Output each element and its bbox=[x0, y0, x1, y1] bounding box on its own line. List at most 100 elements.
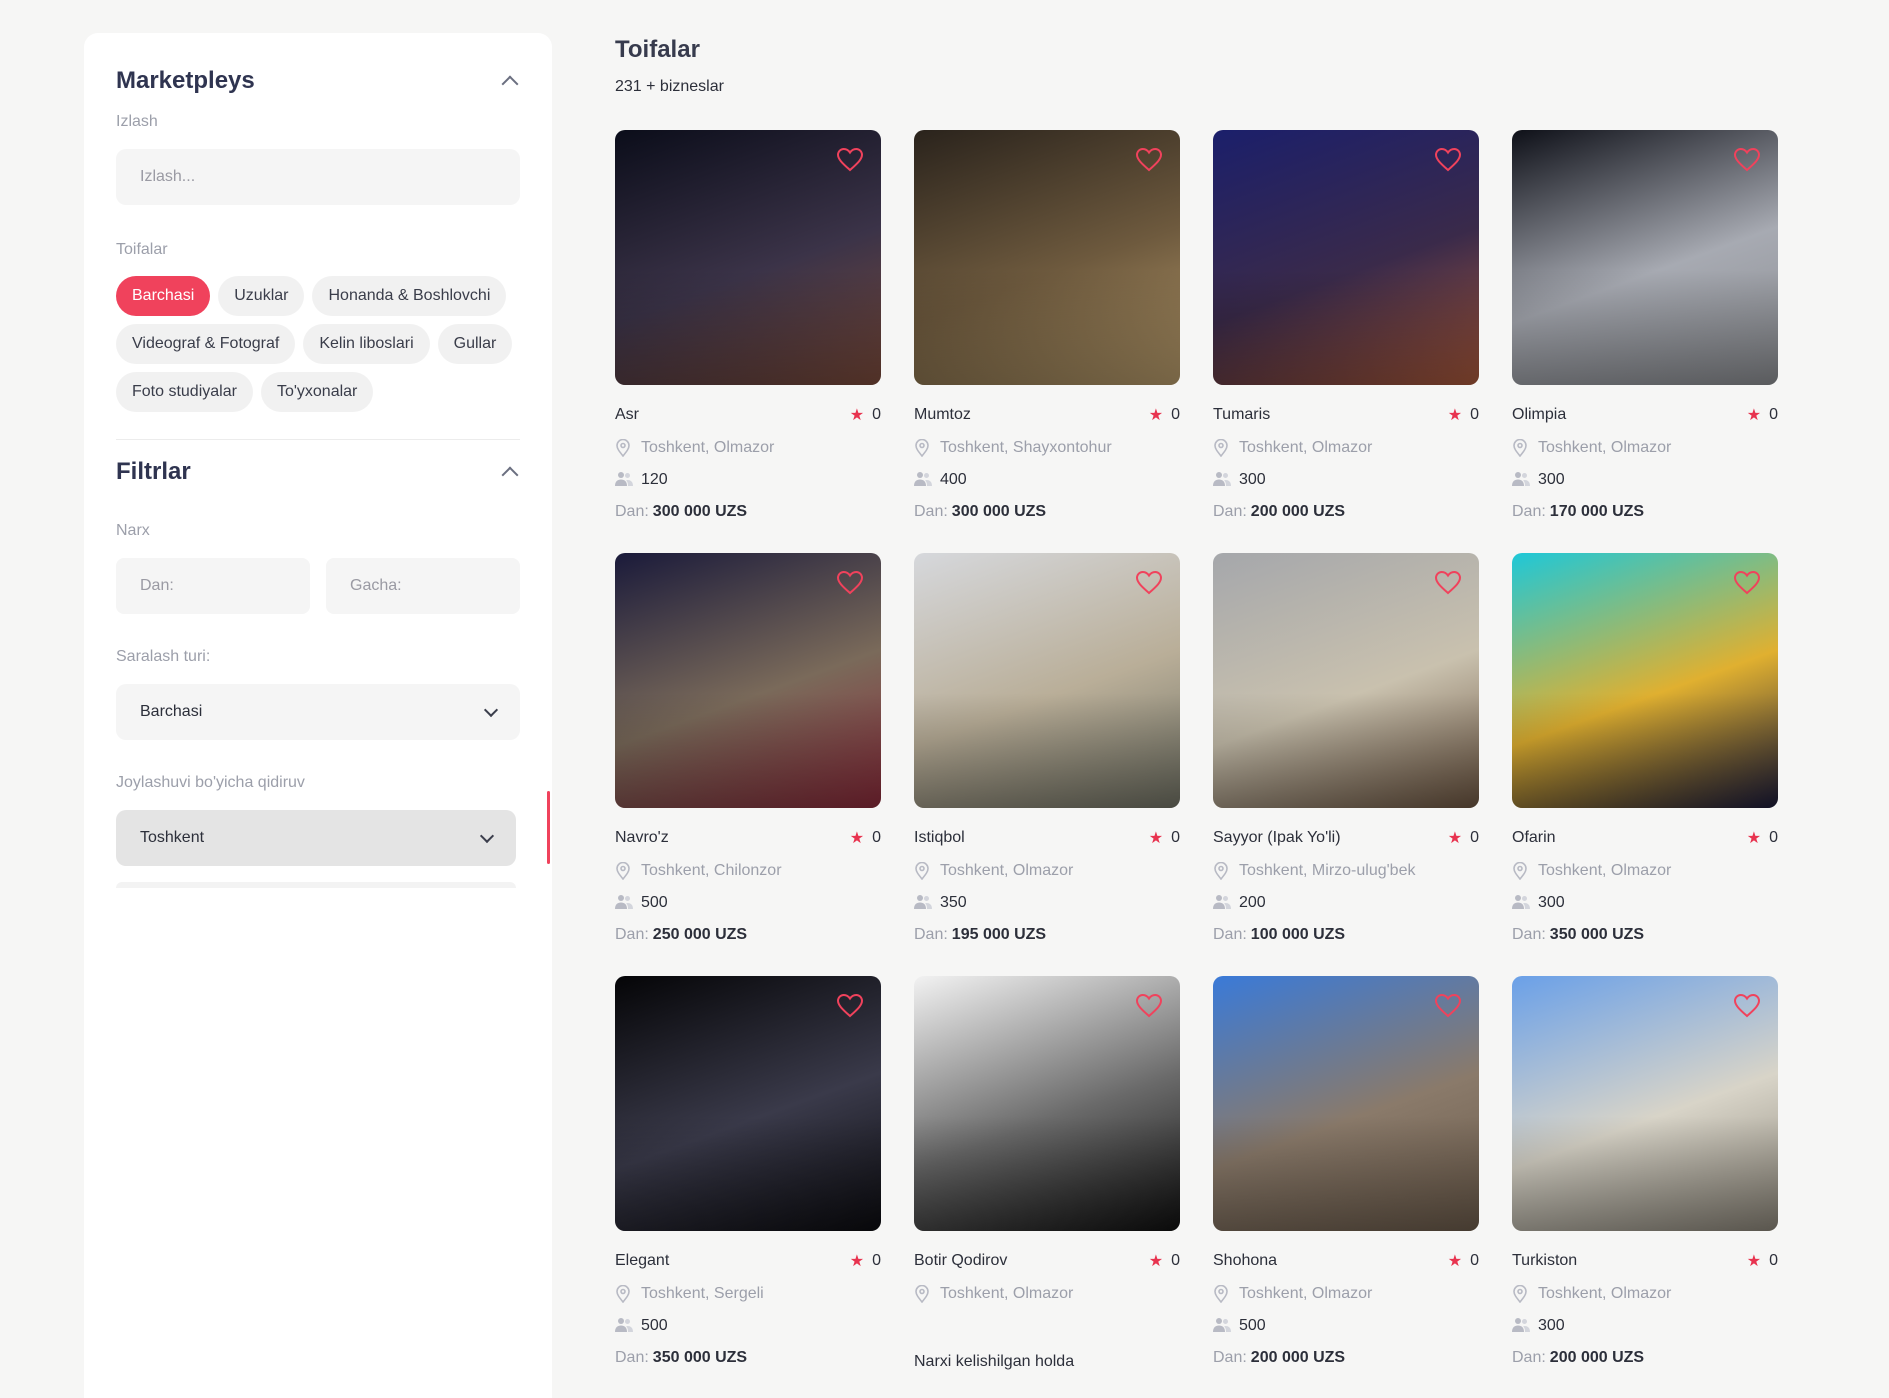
price-prefix: Dan: bbox=[615, 926, 649, 943]
rating-value: 0 bbox=[1769, 406, 1778, 423]
business-location: Toshkent, Olmazor bbox=[940, 1285, 1074, 1302]
chip-foto-studiyalar[interactable]: Foto studiyalar bbox=[116, 372, 253, 412]
location-pin-icon bbox=[1512, 1284, 1528, 1304]
business-photo[interactable] bbox=[914, 553, 1180, 808]
business-name: Tumaris bbox=[1213, 406, 1271, 423]
business-photo[interactable] bbox=[1213, 553, 1479, 808]
location-line: Toshkent, Olmazor bbox=[1213, 1284, 1479, 1304]
business-name: Ofarin bbox=[1512, 829, 1556, 846]
people-icon bbox=[1512, 471, 1530, 489]
capacity-line: 200 bbox=[1213, 894, 1479, 912]
business-card[interactable]: Mumtoz ★ 0 Toshkent, Shayxontohur 400 Dan: 300… bbox=[914, 130, 1180, 553]
business-location: Toshkent, Mirzo-ulug'bek bbox=[1239, 862, 1416, 879]
business-photo[interactable] bbox=[1213, 130, 1479, 385]
sidebar: Marketpleys Izlash Izlash... Toifalar Ba… bbox=[84, 33, 552, 1398]
rating-value: 0 bbox=[872, 829, 881, 846]
business-location: Toshkent, Sergeli bbox=[641, 1285, 764, 1302]
people-icon bbox=[615, 1317, 633, 1335]
location-line: Toshkent, Sergeli bbox=[615, 1284, 881, 1304]
chevron-up-icon[interactable] bbox=[501, 466, 519, 484]
photo-shade bbox=[914, 270, 1180, 385]
chip-uzuklar[interactable]: Uzuklar bbox=[218, 276, 305, 316]
business-card[interactable]: Botir Qodirov ★ 0 Toshkent, Olmazor Narxi ke… bbox=[914, 976, 1180, 1398]
chip-barchasi[interactable]: Barchasi bbox=[116, 276, 211, 316]
location-line: Toshkent, Mirzo-ulug'bek bbox=[1213, 861, 1479, 881]
chip-honanda-boshlovchi[interactable]: Honanda & Boshlovchi bbox=[312, 276, 507, 316]
business-capacity: 300 bbox=[1239, 471, 1266, 488]
business-photo[interactable] bbox=[1512, 976, 1778, 1231]
card-header: Mumtoz ★ 0 bbox=[914, 405, 1180, 425]
business-capacity: 300 bbox=[1538, 1317, 1565, 1334]
heart-icon[interactable] bbox=[1434, 147, 1462, 172]
heart-icon[interactable] bbox=[1135, 570, 1163, 595]
price-line: Dan: 195 000 UZS bbox=[914, 926, 1180, 944]
rating: ★ 0 bbox=[850, 828, 881, 848]
chip-toyxonalar[interactable]: To'yxonalar bbox=[260, 372, 374, 412]
star-icon: ★ bbox=[1148, 1253, 1164, 1270]
business-location: Toshkent, Olmazor bbox=[641, 439, 775, 456]
business-photo[interactable] bbox=[1512, 553, 1778, 808]
business-card[interactable]: Istiqbol ★ 0 Toshkent, Olmazor 350 Dan: 195 00… bbox=[914, 553, 1180, 976]
business-photo[interactable] bbox=[615, 130, 881, 385]
business-photo[interactable] bbox=[615, 553, 881, 808]
price-prefix: Dan: bbox=[1213, 503, 1247, 520]
heart-icon[interactable] bbox=[1135, 147, 1163, 172]
business-card[interactable]: Navro'z ★ 0 Toshkent, Chilonzor 500 Dan: 250 0… bbox=[615, 553, 881, 976]
star-icon: ★ bbox=[849, 1253, 865, 1270]
rating: ★ 0 bbox=[1747, 1251, 1778, 1271]
heart-icon[interactable] bbox=[1733, 147, 1761, 172]
business-photo[interactable] bbox=[914, 976, 1180, 1231]
sort-select[interactable]: Barchasi bbox=[116, 684, 520, 740]
business-card[interactable]: Tumaris ★ 0 Toshkent, Olmazor 300 Dan: 200 000… bbox=[1213, 130, 1479, 553]
location-line: Toshkent, Olmazor bbox=[1512, 438, 1778, 458]
chip-kelin-liboslari[interactable]: Kelin liboslari bbox=[303, 324, 430, 364]
heart-icon[interactable] bbox=[836, 147, 864, 172]
price-from-input[interactable]: Dan: bbox=[116, 558, 310, 614]
business-card[interactable]: Shohona ★ 0 Toshkent, Olmazor 500 Dan: 200 000… bbox=[1213, 976, 1479, 1398]
business-card[interactable]: Turkiston ★ 0 Toshkent, Olmazor 300 Dan: 200 0… bbox=[1512, 976, 1778, 1398]
rating: ★ 0 bbox=[850, 405, 881, 425]
scrollbar-thumb[interactable] bbox=[547, 791, 550, 864]
heart-icon[interactable] bbox=[1434, 570, 1462, 595]
chip-gullar[interactable]: Gullar bbox=[437, 324, 513, 364]
filters-section-header[interactable]: Filtrlar bbox=[116, 458, 520, 486]
heart-icon[interactable] bbox=[1733, 993, 1761, 1018]
price-to-input[interactable]: Gacha: bbox=[326, 558, 520, 614]
rating: ★ 0 bbox=[1149, 828, 1180, 848]
heart-icon[interactable] bbox=[1434, 993, 1462, 1018]
location-pin-icon bbox=[615, 1284, 631, 1304]
business-capacity: 500 bbox=[1239, 1317, 1266, 1334]
heart-icon[interactable] bbox=[1135, 993, 1163, 1018]
business-card[interactable]: Olimpia ★ 0 Toshkent, Olmazor 300 Dan: 170 000… bbox=[1512, 130, 1778, 553]
heart-icon[interactable] bbox=[836, 993, 864, 1018]
business-capacity: 300 bbox=[1538, 894, 1565, 911]
business-photo[interactable] bbox=[1512, 130, 1778, 385]
heart-icon[interactable] bbox=[836, 570, 864, 595]
business-card[interactable]: Ofarin ★ 0 Toshkent, Olmazor 300 Dan: 350 000 … bbox=[1512, 553, 1778, 976]
capacity-line: 500 bbox=[1213, 1317, 1479, 1335]
rating-value: 0 bbox=[872, 406, 881, 423]
business-name: Olimpia bbox=[1512, 406, 1567, 423]
location-select[interactable]: Toshkent bbox=[116, 810, 516, 866]
business-capacity: 300 bbox=[1538, 471, 1565, 488]
price-line: Dan: 250 000 UZS bbox=[615, 926, 881, 944]
business-card[interactable]: Asr ★ 0 Toshkent, Olmazor 120 Dan: 300 000 UZS bbox=[615, 130, 881, 553]
search-input[interactable]: Izlash... bbox=[116, 149, 520, 205]
rating-value: 0 bbox=[1470, 406, 1479, 423]
heart-icon[interactable] bbox=[1733, 570, 1761, 595]
business-location: Toshkent, Olmazor bbox=[1538, 1285, 1672, 1302]
business-photo[interactable] bbox=[1213, 976, 1479, 1231]
business-photo[interactable] bbox=[914, 130, 1180, 385]
business-photo[interactable] bbox=[615, 976, 881, 1231]
marketplace-section-header[interactable]: Marketpleys bbox=[116, 67, 520, 95]
business-price: 350 000 UZS bbox=[652, 1349, 748, 1366]
business-card[interactable]: Elegant ★ 0 Toshkent, Sergeli 500 Dan: 350 000… bbox=[615, 976, 881, 1398]
business-card[interactable]: Sayyor (Ipak Yo'li) ★ 0 Toshkent, Mirzo-ulu… bbox=[1213, 553, 1479, 976]
price-label: Narx bbox=[116, 522, 150, 539]
chevron-up-icon[interactable] bbox=[501, 75, 519, 93]
card-header: Istiqbol ★ 0 bbox=[914, 828, 1180, 848]
chip-videograf-fotograf[interactable]: Videograf & Fotograf bbox=[116, 324, 296, 364]
photo-shade bbox=[1213, 1116, 1479, 1231]
price-negotiable: Narxi kelishilgan holda bbox=[914, 1353, 1075, 1370]
location-line: Toshkent, Chilonzor bbox=[615, 861, 881, 881]
